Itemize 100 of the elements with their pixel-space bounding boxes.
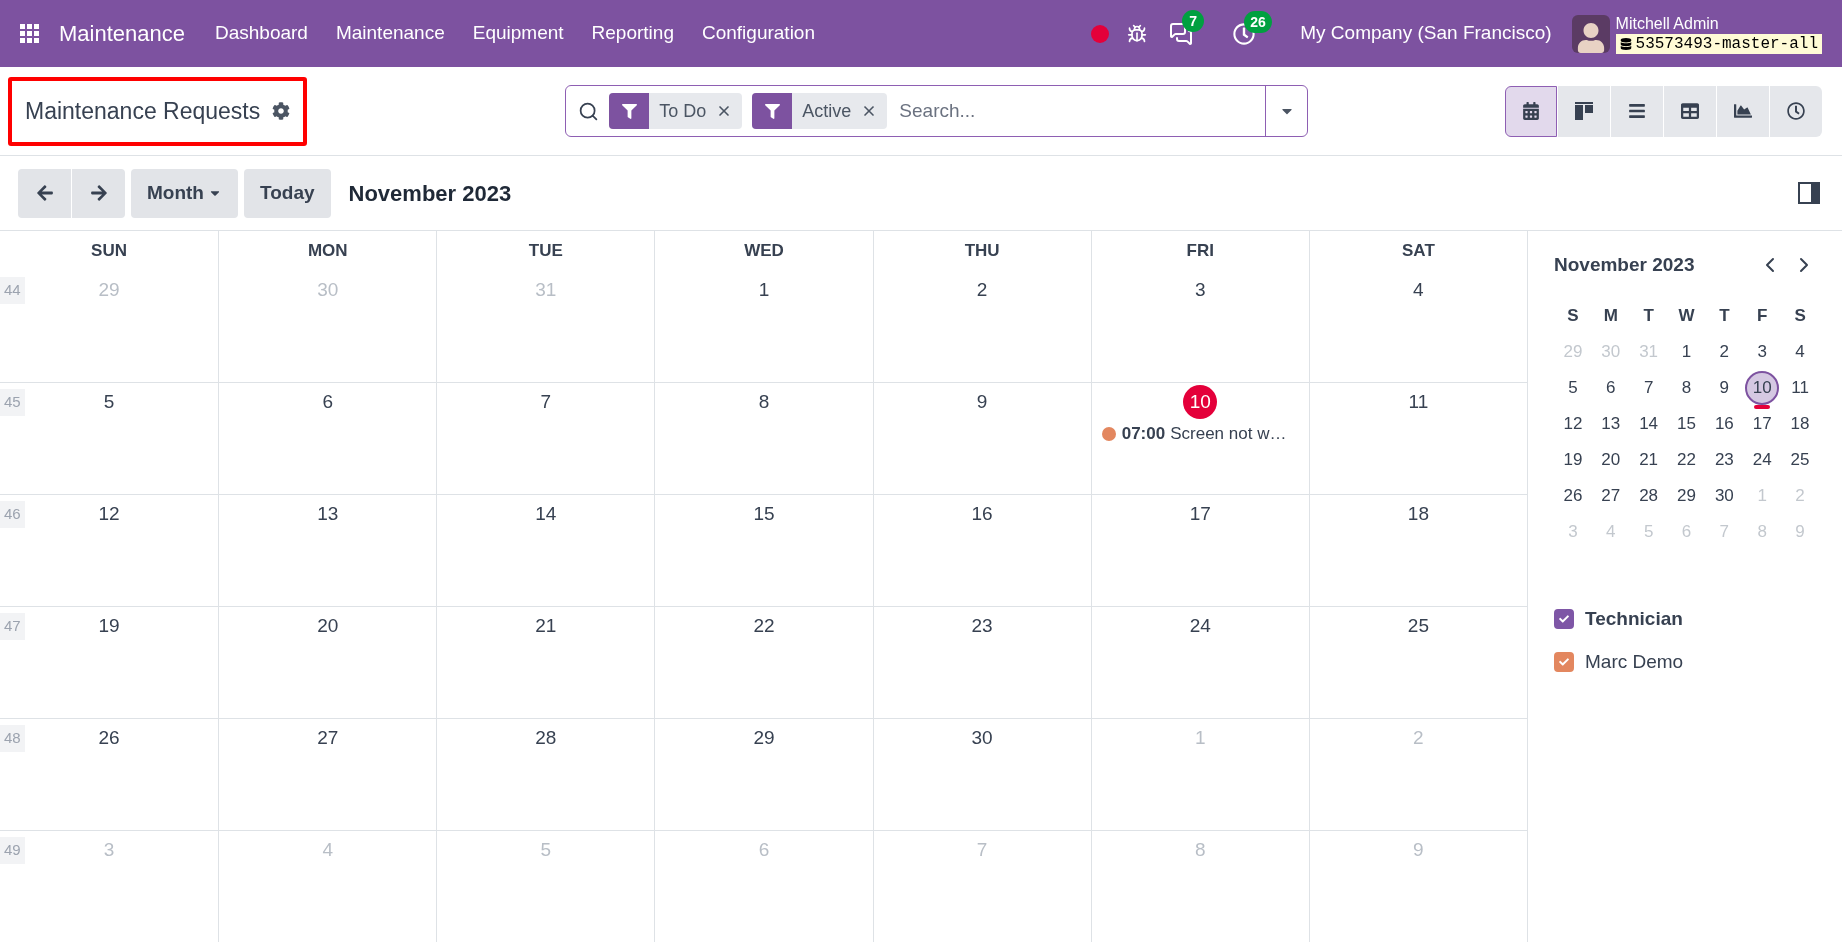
filter-facet[interactable]: To Do (609, 93, 743, 129)
day-number[interactable]: 27 (310, 721, 345, 755)
mini-day[interactable]: 12 (1555, 406, 1590, 441)
day-number[interactable]: 26 (92, 721, 127, 755)
day-number[interactable]: 5 (92, 385, 127, 419)
mini-day[interactable]: 13 (1593, 406, 1628, 441)
day-number[interactable]: 8 (747, 385, 781, 419)
bug-icon[interactable] (1127, 23, 1148, 44)
mini-day[interactable]: 28 (1631, 478, 1666, 513)
mini-day[interactable]: 8 (1669, 370, 1704, 405)
mini-day[interactable]: 30 (1707, 478, 1742, 513)
day-number[interactable]: 14 (528, 497, 563, 531)
day-number[interactable]: 6 (310, 385, 345, 419)
area-chart-icon (1734, 102, 1752, 120)
mini-day[interactable]: 17 (1745, 406, 1780, 441)
mini-day[interactable]: 15 (1669, 406, 1704, 441)
day-number[interactable]: 12 (92, 497, 127, 531)
table-icon (1681, 102, 1699, 120)
weekday-header: WED (744, 240, 784, 263)
mini-day[interactable]: 22 (1669, 442, 1704, 477)
view-switch-button[interactable] (1505, 85, 1557, 137)
scale-dropdown[interactable]: Month (131, 168, 238, 218)
mini-day[interactable]: 18 (1783, 406, 1818, 441)
day-number[interactable]: 15 (747, 497, 781, 531)
apps-grid-icon[interactable] (20, 24, 39, 43)
mini-day[interactable]: 26 (1555, 478, 1590, 513)
day-number[interactable]: 18 (1401, 497, 1436, 531)
mini-day[interactable]: 1 (1669, 334, 1704, 369)
day-number[interactable]: 3 (1183, 273, 1218, 307)
menu-item[interactable]: Dashboard (201, 19, 322, 48)
mini-day[interactable]: 20 (1593, 442, 1628, 477)
view-switch-button[interactable] (1664, 85, 1716, 137)
previous-button[interactable] (18, 168, 71, 218)
mini-day[interactable]: 3 (1745, 334, 1780, 369)
mini-day[interactable]: 23 (1707, 442, 1742, 477)
event-time[interactable]: 07:00 (1121, 421, 1166, 447)
filter-facet[interactable]: Active (752, 93, 888, 129)
next-button[interactable] (72, 168, 125, 218)
mini-day[interactable]: 9 (1707, 370, 1742, 405)
user-name[interactable]: Mitchell Admin (1615, 13, 1822, 34)
day-number[interactable]: 1 (747, 273, 781, 307)
week-number: 46 (0, 501, 25, 528)
mini-day[interactable]: 6 (1593, 370, 1628, 405)
day-number[interactable]: 22 (747, 609, 781, 643)
day-number[interactable]: 9 (965, 385, 1000, 419)
mini-weekday: S (1567, 304, 1579, 327)
day-number[interactable]: 21 (528, 609, 563, 643)
menu-item[interactable]: Equipment (458, 19, 578, 48)
mini-day[interactable]: 11 (1783, 370, 1818, 405)
day-number[interactable]: 16 (965, 497, 1000, 531)
view-switch-button[interactable] (1611, 85, 1663, 137)
filter-label[interactable]: Marc Demo (1585, 648, 1684, 677)
mini-day[interactable]: 16 (1707, 406, 1742, 441)
mini-day[interactable]: 10 (1745, 370, 1780, 405)
filter-checkbox[interactable] (1554, 652, 1574, 673)
day-number[interactable]: 23 (965, 609, 1000, 643)
day-number[interactable]: 30 (965, 721, 1000, 755)
event-title[interactable]: Screen not w… (1170, 421, 1287, 447)
day-number[interactable]: 11 (1401, 385, 1436, 419)
checkmark-icon (1559, 657, 1569, 668)
view-switch-button[interactable] (1770, 85, 1822, 137)
day-number[interactable]: 29 (747, 721, 781, 755)
day-number[interactable]: 7 (528, 385, 563, 419)
menu-item[interactable]: Configuration (687, 19, 829, 48)
view-switch-button[interactable] (1558, 85, 1610, 137)
mini-day[interactable]: 7 (1631, 370, 1666, 405)
user-avatar[interactable] (1571, 14, 1610, 53)
menu-item[interactable]: Maintenance (321, 19, 459, 48)
app-name[interactable]: Maintenance (59, 17, 185, 50)
mini-day[interactable]: 24 (1745, 442, 1780, 477)
day-number[interactable]: 17 (1183, 497, 1218, 531)
filter-checkbox[interactable] (1554, 608, 1574, 629)
mini-day[interactable]: 2 (1707, 334, 1742, 369)
day-number[interactable]: 25 (1401, 609, 1436, 643)
search-field[interactable]: To Do Active Search... (565, 85, 1309, 137)
facet-label: Active (802, 99, 852, 123)
mini-day[interactable]: 21 (1631, 442, 1666, 477)
day-number[interactable]: 19 (92, 609, 127, 643)
mini-day[interactable]: 27 (1593, 478, 1628, 513)
mini-day[interactable]: 29 (1669, 478, 1704, 513)
settings-icon[interactable] (272, 102, 291, 120)
day-number[interactable]: 28 (528, 721, 563, 755)
company-name[interactable]: My Company (San Francisco) (1300, 19, 1552, 48)
today-button[interactable]: Today (244, 168, 331, 218)
mini-day[interactable]: 19 (1555, 442, 1590, 477)
view-switch-button[interactable] (1717, 85, 1769, 137)
day-number[interactable]: 24 (1183, 609, 1218, 643)
day-number[interactable]: 20 (310, 609, 345, 643)
day-number[interactable]: 13 (310, 497, 345, 531)
mini-day[interactable]: 4 (1783, 334, 1818, 369)
day-number[interactable]: 10 (1183, 385, 1218, 419)
database-icon (1619, 37, 1632, 50)
day-number[interactable]: 2 (965, 273, 1000, 307)
mini-day[interactable]: 14 (1631, 406, 1666, 441)
menu-item[interactable]: Reporting (577, 19, 688, 48)
day-number[interactable]: 4 (1401, 273, 1436, 307)
search-icon[interactable] (578, 100, 600, 122)
mini-day[interactable]: 5 (1555, 370, 1590, 405)
mini-day[interactable]: 25 (1783, 442, 1818, 477)
sidebar-toggle-icon[interactable] (1798, 182, 1820, 204)
